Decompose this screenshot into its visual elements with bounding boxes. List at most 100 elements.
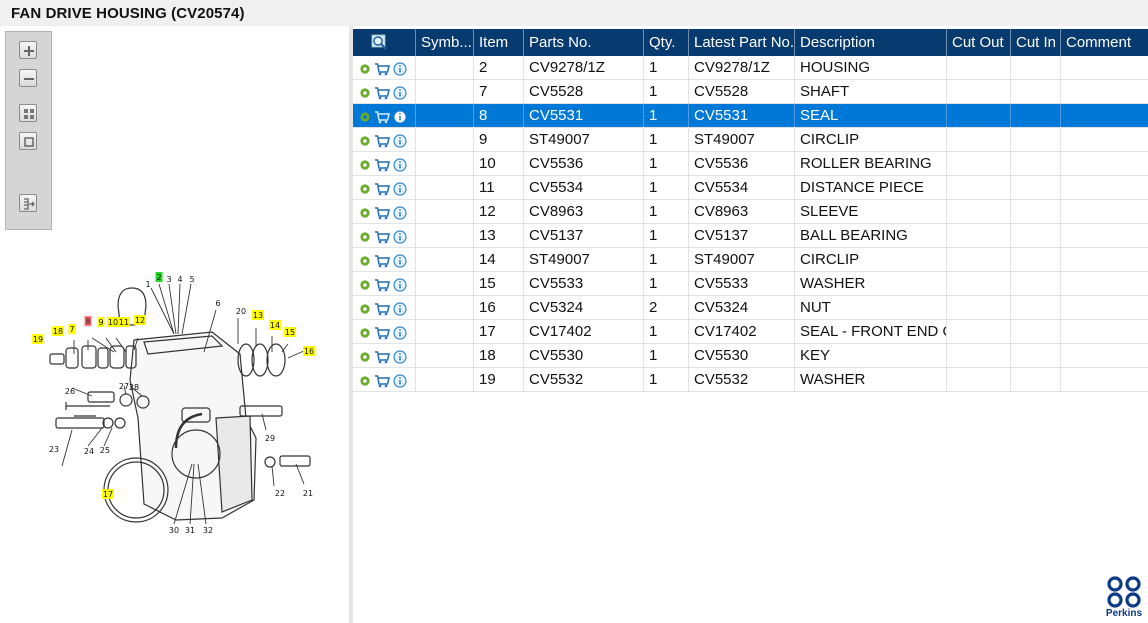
cart-icon[interactable] [374,134,390,148]
magnifier-icon[interactable] [371,34,388,50]
info-icon[interactable] [393,326,407,340]
details-icon[interactable] [359,327,371,339]
details-icon[interactable] [359,255,371,267]
details-icon[interactable] [359,183,371,195]
callout-label[interactable]: 31 [185,526,195,535]
callout-label[interactable]: 16 [304,347,314,356]
table-row[interactable]: 13 CV5137 1 CV5137 BALL BEARING [353,224,1148,248]
details-icon[interactable] [359,303,371,315]
column-header-description[interactable]: Description [795,29,947,56]
info-icon[interactable] [393,230,407,244]
details-icon[interactable] [359,351,371,363]
cart-icon[interactable] [374,254,390,268]
cart-icon[interactable] [374,278,390,292]
table-row[interactable]: 17 CV17402 1 CV17402 SEAL - FRONT END OI [353,320,1148,344]
zoom-out-button[interactable] [19,69,37,87]
info-icon[interactable] [393,158,407,172]
callout-label[interactable]: 19 [33,335,43,344]
info-icon[interactable] [393,374,407,388]
callout-label[interactable]: 18 [53,327,63,336]
table-row[interactable]: 10 CV5536 1 CV5536 ROLLER BEARING [353,152,1148,176]
table-row[interactable]: 11 CV5534 1 CV5534 DISTANCE PIECE [353,176,1148,200]
details-icon[interactable] [359,111,371,123]
cart-icon[interactable] [374,350,390,364]
callout-label[interactable]: 2 [156,273,161,282]
table-row[interactable]: 9 ST49007 1 ST49007 CIRCLIP [353,128,1148,152]
table-row[interactable]: 14 ST49007 1 ST49007 CIRCLIP [353,248,1148,272]
info-icon[interactable] [393,302,407,316]
cart-icon[interactable] [374,62,390,76]
callout-label[interactable]: 27 [119,382,129,391]
export-button[interactable] [19,194,37,212]
callout-label[interactable]: 26 [65,387,75,396]
details-icon[interactable] [359,63,371,75]
info-icon[interactable] [393,254,407,268]
cart-icon[interactable] [374,86,390,100]
details-icon[interactable] [359,231,371,243]
column-header-comment[interactable]: Comment [1061,29,1148,56]
cart-icon[interactable] [374,326,390,340]
info-icon[interactable] [393,134,407,148]
search-column-header[interactable] [353,29,416,56]
column-header-qty[interactable]: Qty. [644,29,689,56]
zoom-in-button[interactable] [19,41,37,59]
callout-label[interactable]: 32 [203,526,213,535]
table-row[interactable]: 12 CV8963 1 CV8963 SLEEVE [353,200,1148,224]
cart-icon[interactable] [374,110,390,124]
exploded-view-diagram[interactable]: 12 3 4 5678 9 10 11 121314151617181920212223 24 2… [26,268,326,538]
actual-size-button[interactable] [19,132,37,150]
callout-label[interactable]: 11 [119,318,129,327]
callout-label[interactable]: 8 [85,317,90,326]
callout-label[interactable]: 30 [169,526,179,535]
callout-label[interactable]: 17 [103,490,113,499]
table-row[interactable]: 2 CV9278/1Z 1 CV9278/1Z HOUSING [353,56,1148,80]
table-row[interactable]: 7 CV5528 1 CV5528 SHAFT [353,80,1148,104]
info-icon[interactable] [393,86,407,100]
callout-label[interactable]: 12 [135,316,145,325]
details-icon[interactable] [359,375,371,387]
info-icon[interactable] [393,206,407,220]
info-icon[interactable] [393,110,407,124]
callout-label[interactable]: 1 [145,280,150,289]
callout-label[interactable]: 29 [265,434,275,443]
column-header-cut-out[interactable]: Cut Out [947,29,1011,56]
details-icon[interactable] [359,87,371,99]
column-header-latest-part-no[interactable]: Latest Part No. [689,29,795,56]
callout-label[interactable]: 23 [49,445,59,454]
cart-icon[interactable] [374,182,390,196]
callout-label[interactable]: 3 [166,275,171,284]
callout-label[interactable]: 7 [69,325,74,334]
column-header-parts-no[interactable]: Parts No. [524,29,644,56]
callout-label[interactable]: 10 [108,318,118,327]
info-icon[interactable] [393,62,407,76]
column-header-symbol[interactable]: Symb... [416,29,474,56]
callout-label[interactable]: 14 [270,321,280,330]
column-header-cut-in[interactable]: Cut In [1011,29,1061,56]
callout-label[interactable]: 13 [253,311,263,320]
callout-label[interactable]: 15 [285,328,295,337]
details-icon[interactable] [359,279,371,291]
fit-all-button[interactable] [19,104,37,122]
callout-label[interactable]: 4 [177,275,182,284]
details-icon[interactable] [359,207,371,219]
table-row[interactable]: 18 CV5530 1 CV5530 KEY [353,344,1148,368]
cart-icon[interactable] [374,302,390,316]
callout-label[interactable]: 25 [100,446,110,455]
cart-icon[interactable] [374,374,390,388]
table-row[interactable]: 19 CV5532 1 CV5532 WASHER [353,368,1148,392]
callout-label[interactable]: 22 [275,489,285,498]
info-icon[interactable] [393,182,407,196]
details-icon[interactable] [359,159,371,171]
callout-label[interactable]: 21 [303,489,313,498]
details-icon[interactable] [359,135,371,147]
callout-label[interactable]: 6 [215,299,220,308]
table-row[interactable]: 16 CV5324 2 CV5324 NUT [353,296,1148,320]
cart-icon[interactable] [374,230,390,244]
info-icon[interactable] [393,350,407,364]
info-icon[interactable] [393,278,407,292]
column-header-item[interactable]: Item [474,29,524,56]
cart-icon[interactable] [374,158,390,172]
callout-label[interactable]: 24 [84,447,94,456]
table-row[interactable]: 15 CV5533 1 CV5533 WASHER [353,272,1148,296]
callout-label[interactable]: 9 [98,318,103,327]
